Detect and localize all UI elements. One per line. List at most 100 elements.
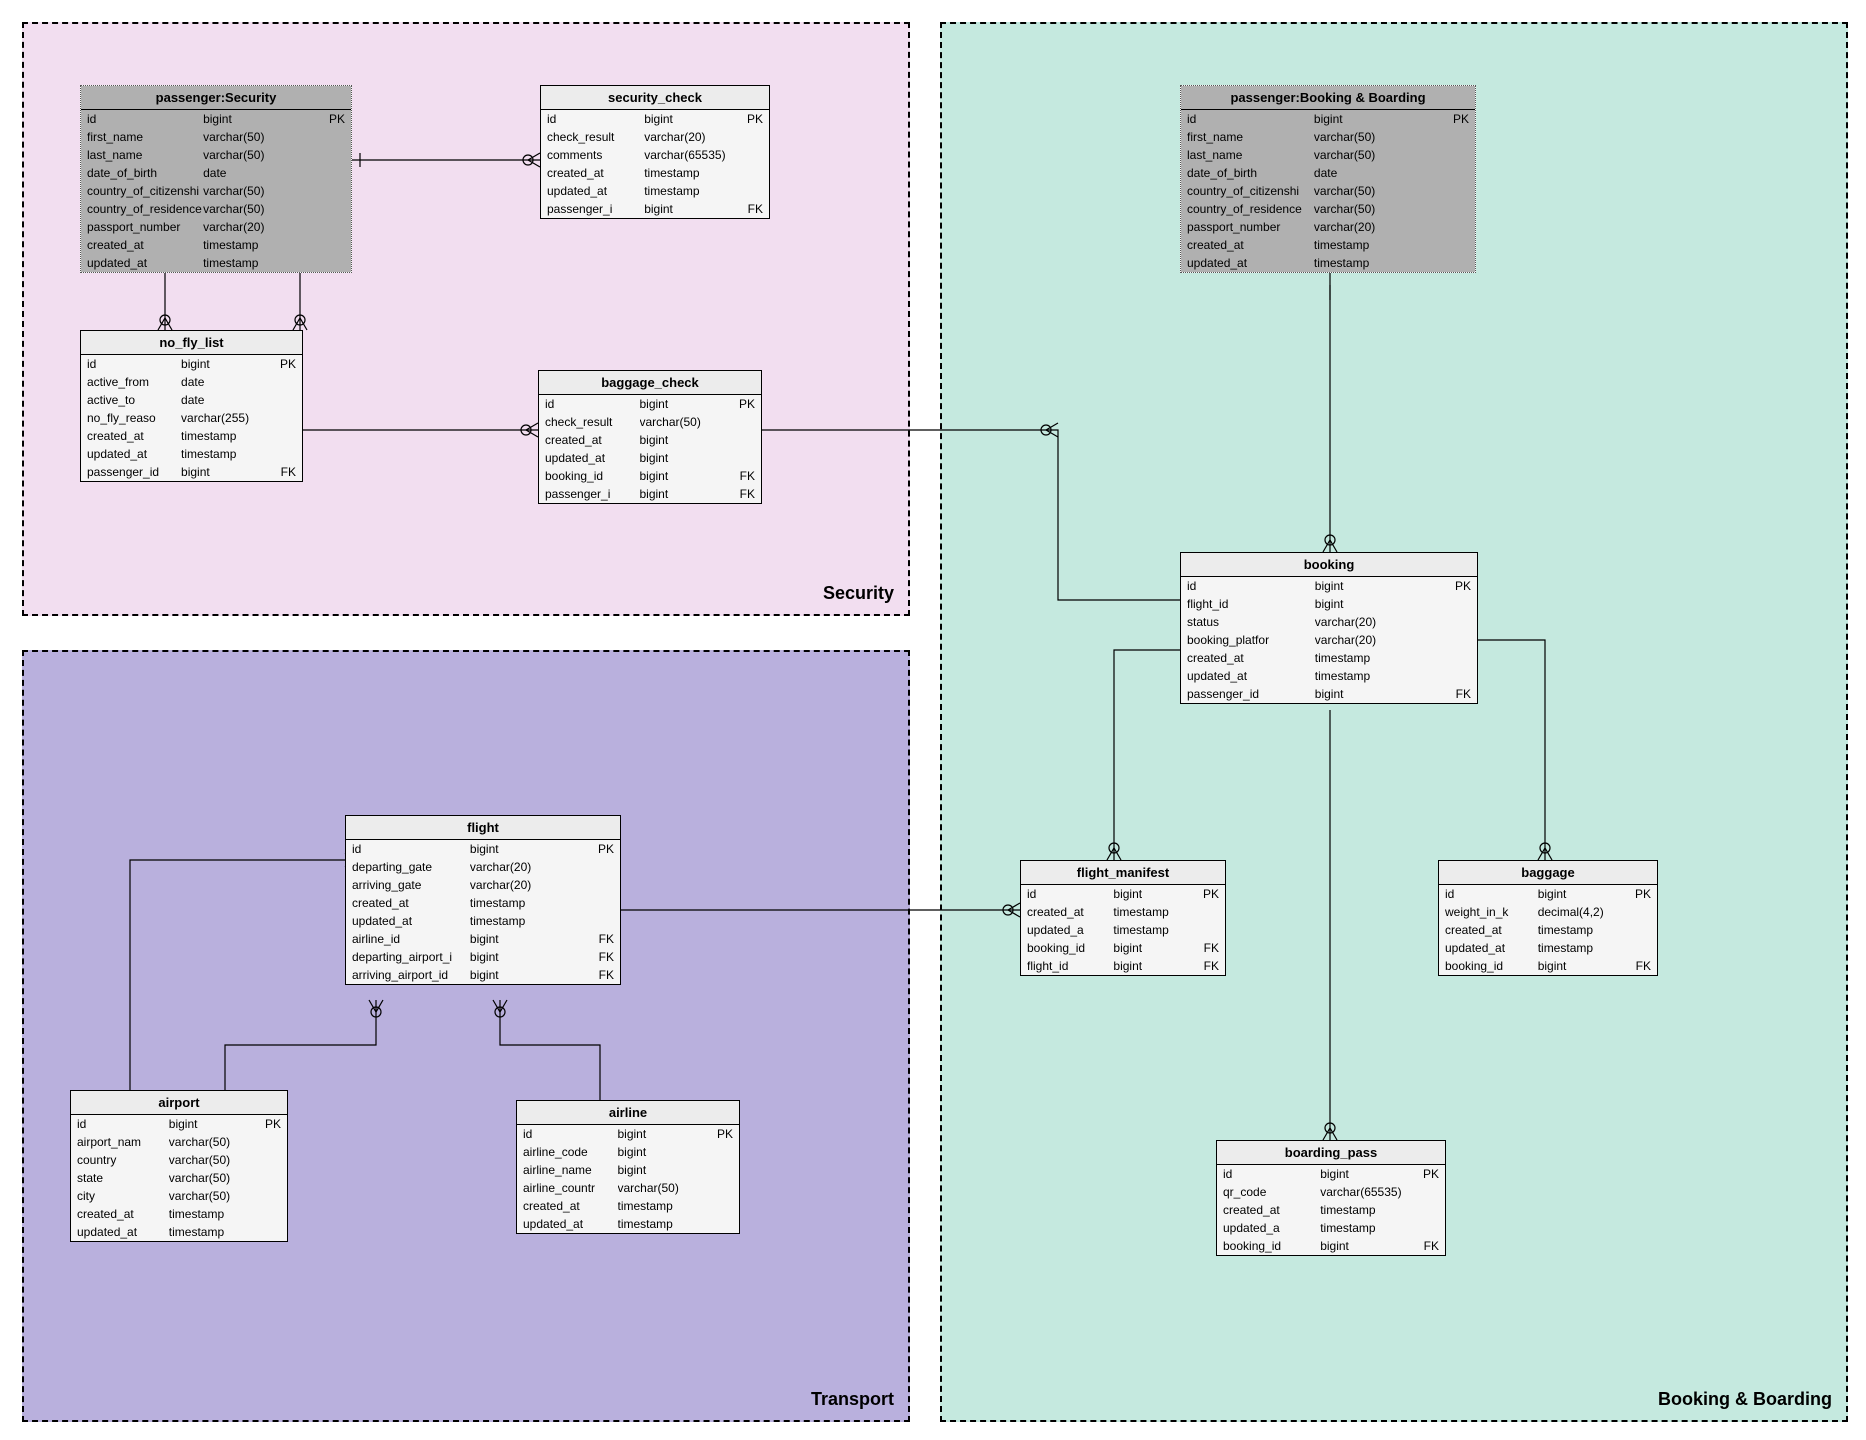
table-passenger-security[interactable]: passenger:Security idbigintPKfirst_namev…: [80, 85, 352, 273]
column-type: timestamp: [1320, 1220, 1406, 1236]
table-booking[interactable]: booking idbigintPKflight_idbigintstatusv…: [1180, 552, 1478, 704]
column-type: varchar(65535): [644, 147, 730, 163]
column-type: bigint: [1113, 940, 1190, 956]
column-name: passenger_i: [545, 486, 640, 502]
column-name: arriving_airport_id: [352, 967, 470, 983]
region-label-security: Security: [823, 583, 894, 604]
table-airport[interactable]: airport idbigintPKairport_namvarchar(50)…: [70, 1090, 288, 1242]
column-name: id: [1223, 1166, 1320, 1182]
column-key: PK: [575, 841, 614, 857]
column-type: bigint: [1315, 596, 1429, 612]
table-boarding-pass[interactable]: boarding_pass idbigintPKqr_codevarchar(6…: [1216, 1140, 1446, 1256]
column-name: id: [87, 356, 181, 372]
column-type: bigint: [203, 111, 306, 127]
table-title: security_check: [541, 86, 769, 110]
column-type: date: [1314, 165, 1427, 181]
column-key: FK: [1190, 940, 1219, 956]
column-name: first_name: [1187, 129, 1314, 145]
table-column-row: commentsvarchar(65535): [541, 146, 769, 164]
column-key: [306, 255, 345, 271]
column-key: [702, 1144, 734, 1160]
column-name: last_name: [1187, 147, 1314, 163]
table-column-row: idbigintPK: [1181, 577, 1477, 595]
column-type: timestamp: [181, 446, 265, 462]
table-title: baggage_check: [539, 371, 761, 395]
column-type: bigint: [618, 1144, 702, 1160]
column-key: [1427, 147, 1469, 163]
table-column-row: date_of_birthdate: [81, 164, 351, 182]
column-key: [702, 1198, 734, 1214]
column-name: created_at: [87, 428, 181, 444]
table-column-row: updated_attimestamp: [541, 182, 769, 200]
column-key: FK: [575, 949, 614, 965]
column-key: [1428, 596, 1471, 612]
column-type: timestamp: [1113, 922, 1190, 938]
region-transport: Transport: [22, 650, 910, 1422]
column-name: passenger_id: [87, 464, 181, 480]
column-type: timestamp: [1113, 904, 1190, 920]
column-name: date_of_birth: [87, 165, 203, 181]
column-name: airport_nam: [77, 1134, 169, 1150]
column-type: varchar(50): [169, 1170, 251, 1186]
column-name: updated_at: [77, 1224, 169, 1240]
column-key: [1427, 201, 1469, 217]
column-name: state: [77, 1170, 169, 1186]
column-type: bigint: [640, 450, 724, 466]
column-key: [306, 147, 345, 163]
column-name: arriving_gate: [352, 877, 470, 893]
column-key: PK: [306, 111, 345, 127]
column-type: timestamp: [203, 255, 306, 271]
table-title: airport: [71, 1091, 287, 1115]
column-key: [1190, 904, 1219, 920]
column-name: country_of_residence: [87, 201, 203, 217]
table-column-row: last_namevarchar(50): [81, 146, 351, 164]
column-key: [724, 432, 756, 448]
column-type: bigint: [644, 111, 730, 127]
column-name: flight_id: [1027, 958, 1113, 974]
table-column-row: flight_idbigintFK: [1021, 957, 1225, 975]
table-column-row: idbigintPK: [1217, 1165, 1445, 1183]
column-type: timestamp: [203, 237, 306, 253]
column-key: [250, 1170, 281, 1186]
column-key: PK: [1407, 1166, 1439, 1182]
column-key: [702, 1180, 734, 1196]
table-column-row: created_attimestamp: [346, 894, 620, 912]
column-type: varchar(50): [169, 1152, 251, 1168]
column-key: [1407, 1220, 1439, 1236]
table-column-row: idbigintPK: [1439, 885, 1657, 903]
table-passenger-booking[interactable]: passenger:Booking & Boarding idbigintPKf…: [1180, 85, 1476, 273]
table-column-row: weight_in_kdecimal(4,2): [1439, 903, 1657, 921]
column-name: flight_id: [1187, 596, 1315, 612]
column-type: date: [181, 374, 265, 390]
table-column-row: active_todate: [81, 391, 302, 409]
column-type: bigint: [1538, 886, 1620, 902]
table-column-row: idbigintPK: [81, 110, 351, 128]
column-key: [306, 165, 345, 181]
column-key: [575, 859, 614, 875]
table-column-row: passenger_idbigintFK: [1181, 685, 1477, 703]
column-name: created_at: [1223, 1202, 1320, 1218]
table-title: boarding_pass: [1217, 1141, 1445, 1165]
table-security-check[interactable]: security_check idbigintPKcheck_resultvar…: [540, 85, 770, 219]
column-name: updated_at: [1187, 255, 1314, 271]
table-column-row: created_attimestamp: [541, 164, 769, 182]
table-flight[interactable]: flight idbigintPKdeparting_gatevarchar(2…: [345, 815, 621, 985]
table-baggage-check[interactable]: baggage_check idbigintPKcheck_resultvarc…: [538, 370, 762, 504]
table-baggage[interactable]: baggage idbigintPKweight_in_kdecimal(4,2…: [1438, 860, 1658, 976]
column-name: id: [1027, 886, 1113, 902]
column-name: airline_code: [523, 1144, 618, 1160]
column-name: id: [547, 111, 644, 127]
table-no-fly-list[interactable]: no_fly_list idbigintPKactive_fromdateact…: [80, 330, 303, 482]
column-type: bigint: [644, 201, 730, 217]
table-column-row: airline_codebigint: [517, 1143, 739, 1161]
table-column-row: country_of_citizenshivarchar(50): [1181, 182, 1475, 200]
column-type: bigint: [640, 486, 724, 502]
table-flight-manifest[interactable]: flight_manifest idbigintPKcreated_attime…: [1020, 860, 1226, 976]
column-key: [265, 374, 296, 390]
table-airline[interactable]: airline idbigintPKairline_codebigintairl…: [516, 1100, 740, 1234]
table-column-row: airline_namebigint: [517, 1161, 739, 1179]
column-name: id: [545, 396, 640, 412]
column-type: timestamp: [1320, 1202, 1406, 1218]
column-name: passenger_i: [547, 201, 644, 217]
table-title: baggage: [1439, 861, 1657, 885]
